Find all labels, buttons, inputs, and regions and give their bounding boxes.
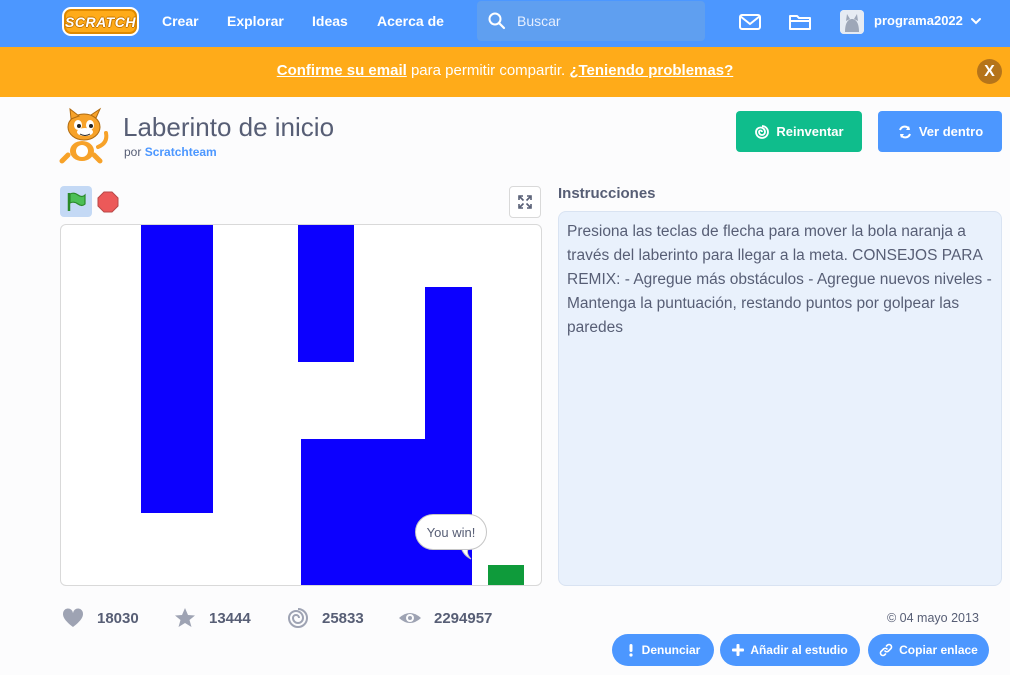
username[interactable]: programa2022 <box>874 13 963 28</box>
report-label: Denunciar <box>641 643 701 657</box>
stop-icon[interactable] <box>96 190 120 214</box>
messages-icon[interactable] <box>737 9 763 35</box>
fullscreen-button[interactable] <box>509 186 541 218</box>
link-icon <box>879 643 893 657</box>
banner-close-button[interactable]: X <box>977 59 1002 84</box>
maze-wall <box>141 225 213 513</box>
remixes-count: 25833 <box>322 609 364 627</box>
banner-middle-text: para permitir compartir. <box>406 62 570 79</box>
maze-goal <box>488 565 524 585</box>
remix-icon <box>755 124 770 139</box>
views-count: 2294957 <box>434 609 493 627</box>
search-icon <box>488 12 506 30</box>
logo-text: SCRATCH <box>65 13 136 30</box>
remix-button[interactable]: Reinventar <box>736 111 862 152</box>
copy-link-button[interactable]: Copiar enlace <box>868 634 989 666</box>
project-stage[interactable]: You win! <box>60 224 542 586</box>
eye-icon <box>399 613 421 623</box>
nav-link-about[interactable]: Acerca de <box>377 12 444 30</box>
see-inside-button[interactable]: Ver dentro <box>878 111 1002 152</box>
favorites-stat[interactable]: 13444 <box>173 606 251 630</box>
remix-swirl-icon <box>287 608 308 628</box>
search-input[interactable] <box>517 11 697 31</box>
nav-link-ideas[interactable]: Ideas <box>312 12 348 30</box>
top-nav: SCRATCH Crear Explorar Ideas Acerca de p… <box>0 0 1010 47</box>
see-inside-label: Ver dentro <box>918 124 984 139</box>
see-inside-icon <box>898 125 911 138</box>
instructions-text: Presiona las teclas de flecha para mover… <box>558 211 1002 586</box>
nav-link-explore[interactable]: Explorar <box>227 12 284 30</box>
add-to-studio-button[interactable]: Añadir al estudio <box>720 634 860 666</box>
search-box[interactable] <box>477 1 705 41</box>
nav-link-create[interactable]: Crear <box>162 12 199 30</box>
plus-icon <box>732 644 745 656</box>
remixes-stat: 25833 <box>286 606 364 630</box>
green-flag-button[interactable] <box>60 186 92 217</box>
maze-wall <box>301 439 472 585</box>
favorites-count: 13444 <box>209 609 251 627</box>
copy-link-label: Copiar enlace <box>899 643 978 657</box>
report-button[interactable]: Denunciar <box>612 634 714 666</box>
share-date: © 04 mayo 2013 <box>887 611 979 625</box>
star-icon <box>175 608 195 627</box>
email-confirm-banner: Confirme su email para permitir comparti… <box>0 47 1010 97</box>
loves-count: 18030 <box>97 609 139 627</box>
by-prefix: por <box>124 145 142 159</box>
add-to-studio-label: Añadir al estudio <box>750 643 848 657</box>
banner-text: Confirme su email para permitir comparti… <box>0 62 1010 79</box>
scratch-logo[interactable]: SCRATCH <box>62 7 139 36</box>
loves-stat[interactable]: 18030 <box>61 606 139 630</box>
instructions-label: Instrucciones <box>558 185 656 202</box>
author-link[interactable]: Scratchteam <box>145 145 217 159</box>
chevron-down-icon[interactable] <box>969 14 983 28</box>
mystuff-folder-icon[interactable] <box>787 9 813 35</box>
avatar[interactable] <box>840 10 864 34</box>
byline: por Scratchteam <box>124 145 217 159</box>
green-flag-icon <box>67 192 86 211</box>
having-trouble-link[interactable]: ¿Teniendo problemas? <box>569 62 733 79</box>
project-title: Laberinto de inicio <box>123 112 335 142</box>
fullscreen-icon <box>518 195 532 209</box>
remix-label: Reinventar <box>776 124 844 139</box>
confirm-email-link[interactable]: Confirme su email <box>277 62 407 79</box>
exclamation-icon <box>629 644 633 657</box>
speech-bubble: You win! <box>415 514 487 550</box>
views-stat: 2294957 <box>398 606 492 630</box>
maze-wall <box>298 225 354 362</box>
author-avatar-cat-icon[interactable] <box>58 107 112 165</box>
heart-icon <box>62 608 84 627</box>
